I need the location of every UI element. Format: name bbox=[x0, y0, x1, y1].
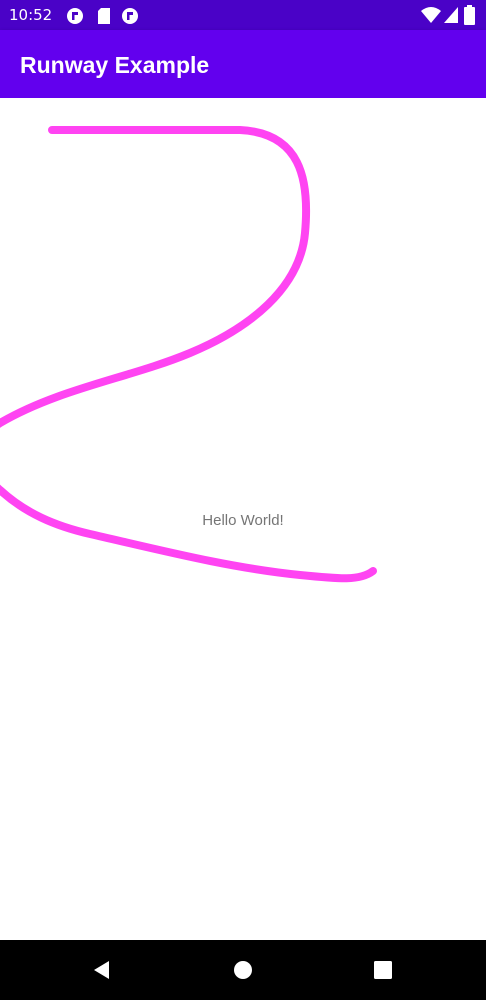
app-title: Runway Example bbox=[20, 52, 210, 78]
recents-icon[interactable] bbox=[368, 955, 398, 985]
back-icon[interactable] bbox=[87, 955, 117, 985]
app-screen: 10:52 Runway Example Hello World! bbox=[0, 0, 486, 1000]
sd-card-icon bbox=[97, 7, 111, 29]
content-area[interactable]: Hello World! bbox=[0, 98, 486, 940]
status-time: 10:52 bbox=[9, 6, 53, 24]
notification-circle-icon bbox=[66, 7, 84, 29]
hello-world-text: Hello World! bbox=[202, 512, 284, 529]
cell-signal-icon bbox=[443, 6, 459, 28]
app-bar: Runway Example bbox=[0, 30, 486, 98]
battery-icon bbox=[464, 5, 475, 29]
wifi-icon bbox=[420, 6, 442, 28]
home-icon[interactable] bbox=[228, 955, 258, 985]
notification-circle-icon bbox=[121, 7, 139, 29]
status-bar: 10:52 bbox=[0, 0, 486, 30]
navigation-bar bbox=[0, 940, 486, 1000]
